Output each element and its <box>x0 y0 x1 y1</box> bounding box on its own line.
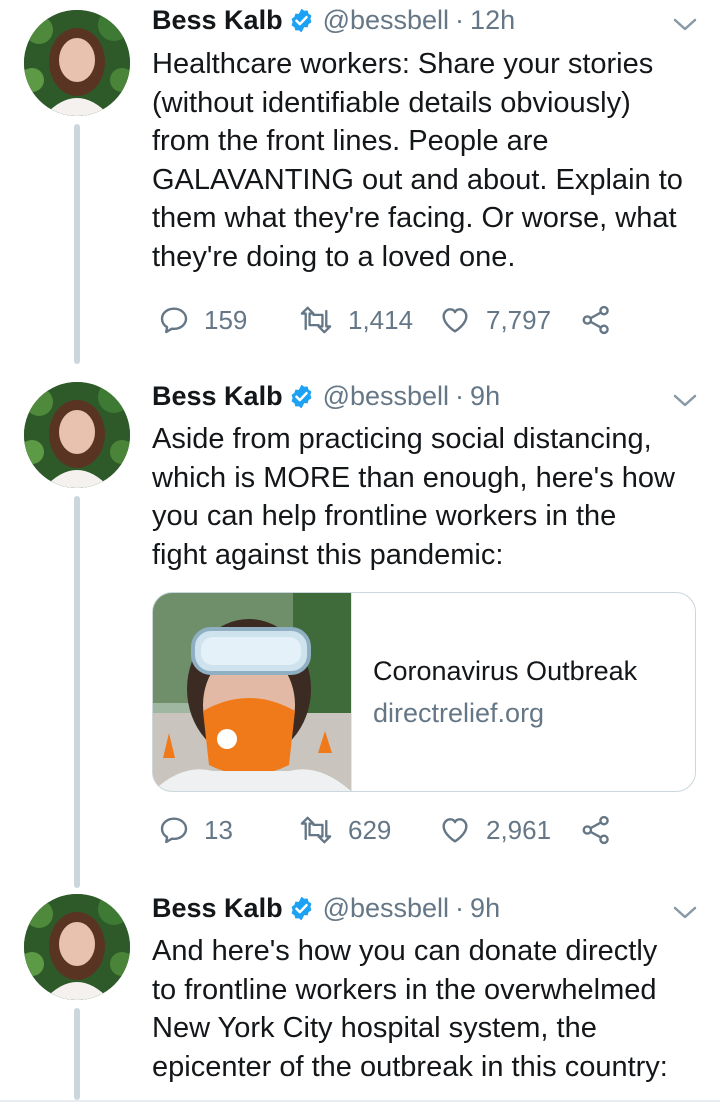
reply-count: 13 <box>204 814 233 845</box>
tweet-text-line: they're doing to a loved one. <box>152 240 516 273</box>
tweet-text: Aside from practicing social distancing,… <box>152 420 700 574</box>
tweet-text-line: New York City hospital system, the <box>152 1012 597 1044</box>
card-image <box>153 593 352 791</box>
reply-button[interactable]: 13 <box>158 810 233 850</box>
timestamp[interactable]: 9h <box>470 378 500 414</box>
separator-dot: · <box>455 893 465 923</box>
timestamp[interactable]: 12h <box>470 2 515 38</box>
author-handle[interactable]: @bessbell <box>323 890 449 926</box>
tweet-text-line: from the front lines. People are <box>152 125 549 157</box>
share-icon <box>582 305 609 335</box>
card-domain: directrelief.org <box>373 698 545 728</box>
timestamp[interactable]: 9h <box>470 890 500 926</box>
share-button[interactable] <box>580 810 626 850</box>
tweet[interactable]: Bess Kalb @bessbell · 9h And here's how … <box>0 884 720 1100</box>
tweet-text-line: epicenter of the outbreak in this countr… <box>152 1050 668 1083</box>
tweet-header: Bess Kalb @bessbell · 9h <box>152 890 500 926</box>
tweet-text-line: to frontline workers in the overwhelmed <box>152 973 657 1006</box>
tweet-text: Healthcare workers: Share your stories (… <box>152 45 700 276</box>
retweet-count: 1,414 <box>348 304 414 335</box>
chevron-down-icon[interactable] <box>672 392 698 410</box>
retweet-icon <box>300 816 332 844</box>
verified-badge-icon <box>291 896 311 920</box>
tweet-text-line: you can help frontline workers in the <box>152 500 617 532</box>
tweet-text-line: (without identifiable details obviously) <box>152 86 631 119</box>
reply-button[interactable]: 159 <box>158 300 247 340</box>
like-button[interactable]: 7,797 <box>438 300 551 340</box>
tweet-thread: Bess Kalb @bessbell · 12h Healthcare wor… <box>0 0 720 1105</box>
like-count: 2,961 <box>486 814 552 845</box>
verified-badge-icon <box>291 8 311 32</box>
like-button[interactable]: 2,961 <box>438 810 551 850</box>
share-icon <box>582 815 609 845</box>
thread-line <box>74 124 80 364</box>
separator-dot: · <box>455 381 465 411</box>
verified-badge-icon <box>291 384 311 408</box>
tweet-text-line: Aside from practicing social distancing, <box>152 423 652 455</box>
tweet[interactable]: Bess Kalb @bessbell · 12h Healthcare wor… <box>0 0 720 364</box>
tweet-text-line: fight against this pandemic: <box>152 538 504 571</box>
reply-icon <box>160 307 188 334</box>
avatar[interactable] <box>24 10 130 116</box>
avatar[interactable] <box>24 382 130 488</box>
chevron-down-icon[interactable] <box>672 16 698 34</box>
retweet-button[interactable]: 629 <box>298 810 391 850</box>
separator-dot: · <box>455 5 465 35</box>
tweet-text-line: GALAVANTING out and about. Explain to <box>152 163 683 196</box>
share-button[interactable] <box>580 300 626 340</box>
retweet-count: 629 <box>348 814 392 845</box>
tweet-text-line: them what they're facing. Or worse, what <box>152 202 677 234</box>
link-card[interactable]: Coronavirus Outbreak directrelief.org <box>152 592 696 792</box>
thread-line <box>74 496 80 888</box>
tweet[interactable]: Bess Kalb @bessbell · 9h Aside from prac… <box>0 372 720 888</box>
author-name[interactable]: Bess Kalb <box>152 2 283 38</box>
card-title: Coronavirus Outbreak <box>373 656 638 686</box>
tweet-text: And here's how you can donate directly t… <box>152 932 700 1086</box>
author-handle[interactable]: @bessbell <box>323 2 449 38</box>
tweet-header: Bess Kalb @bessbell · 9h <box>152 378 500 414</box>
chevron-down-icon[interactable] <box>672 904 698 922</box>
author-name[interactable]: Bess Kalb <box>152 378 283 414</box>
tweet-actions: 159 1,414 7,797 <box>152 300 652 340</box>
like-count: 7,797 <box>486 304 552 335</box>
author-name[interactable]: Bess Kalb <box>152 890 283 926</box>
tweet-text-line: And here's how you can donate directly <box>152 935 658 967</box>
retweet-icon <box>300 306 332 334</box>
reply-count: 159 <box>204 304 248 335</box>
retweet-button[interactable]: 1,414 <box>298 300 413 340</box>
avatar[interactable] <box>24 894 130 1000</box>
divider <box>0 1100 720 1102</box>
tweet-text-line: which is MORE than enough, here's how <box>152 461 675 494</box>
author-handle[interactable]: @bessbell <box>323 378 449 414</box>
tweet-header: Bess Kalb @bessbell · 12h <box>152 2 515 38</box>
heart-icon <box>442 818 468 843</box>
tweet-text-line: Healthcare workers: Share your stories <box>152 48 654 80</box>
tweet-actions: 13 629 2,961 <box>152 810 652 850</box>
thread-line <box>74 1008 80 1100</box>
reply-icon <box>160 817 188 844</box>
heart-icon <box>442 308 468 333</box>
